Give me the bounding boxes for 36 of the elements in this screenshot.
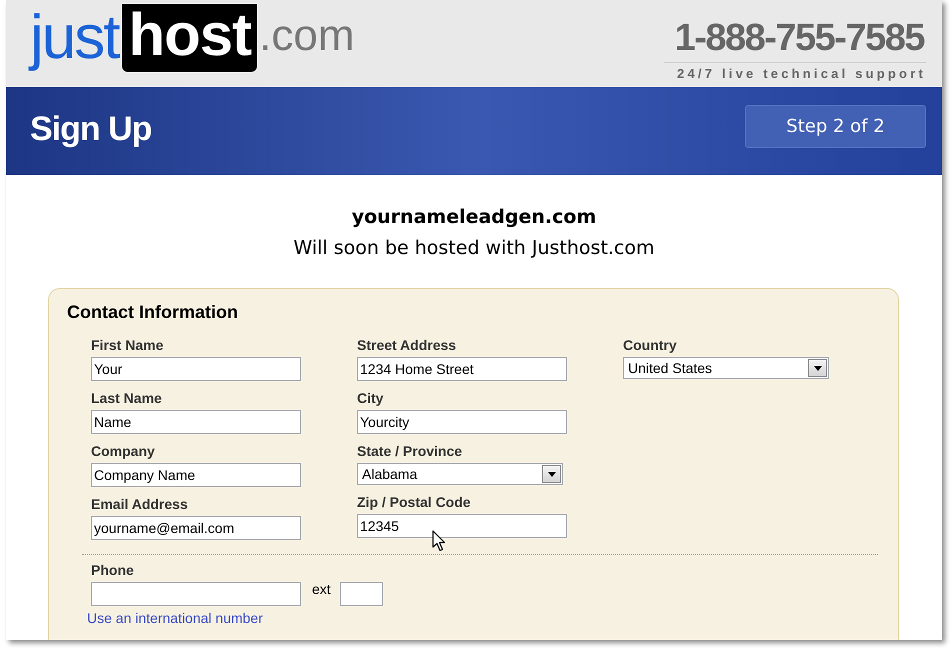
- page-title: Sign Up: [30, 108, 152, 150]
- text-input[interactable]: Name: [91, 410, 301, 434]
- ext-label: ext: [312, 582, 331, 596]
- caret-down-icon: [814, 366, 822, 370]
- justhost-logo[interactable]: just host.com: [30, 0, 354, 72]
- field-label: Phone: [91, 562, 135, 579]
- field-label: State / Province: [357, 443, 464, 460]
- international-number-link[interactable]: Use an international number: [87, 610, 263, 627]
- field-label: First Name: [91, 337, 164, 354]
- dropdown-button[interactable]: [808, 359, 827, 377]
- ext-input[interactable]: [340, 582, 383, 606]
- hosting-message: Will soon be hosted with Justhost.com: [293, 236, 655, 260]
- field-label: Zip / Postal Code: [357, 494, 472, 511]
- field-label: Street Address: [357, 337, 458, 354]
- dropdown-select[interactable]: United States: [623, 357, 829, 379]
- text-input[interactable]: yourname@email.com: [91, 516, 301, 540]
- section-title: Contact Information: [66, 301, 239, 324]
- field-label: Last Name: [91, 390, 163, 407]
- mouse-cursor-icon: [432, 530, 446, 552]
- field-label: Email Address: [91, 496, 189, 513]
- field-label: City: [357, 390, 384, 407]
- support-tagline: 24/7 live technical support: [677, 66, 926, 82]
- domain-name: yournameleadgen.com: [352, 205, 596, 229]
- dropdown-select[interactable]: Alabama: [357, 463, 563, 485]
- text-input[interactable]: 1234 Home Street: [357, 357, 567, 381]
- text-input[interactable]: Company Name: [91, 463, 301, 487]
- field-label: Country: [623, 337, 678, 354]
- phone-number: 1-888-755-7585: [674, 18, 926, 58]
- phone-input[interactable]: [91, 582, 301, 606]
- step-indicator: Step 2 of 2: [745, 104, 926, 148]
- dropdown-button[interactable]: [542, 465, 561, 483]
- text-input[interactable]: Your: [91, 357, 301, 381]
- text-input[interactable]: 12345: [357, 514, 567, 538]
- text-input[interactable]: Yourcity: [357, 410, 567, 434]
- field-label: Company: [91, 443, 156, 460]
- caret-down-icon: [548, 472, 556, 476]
